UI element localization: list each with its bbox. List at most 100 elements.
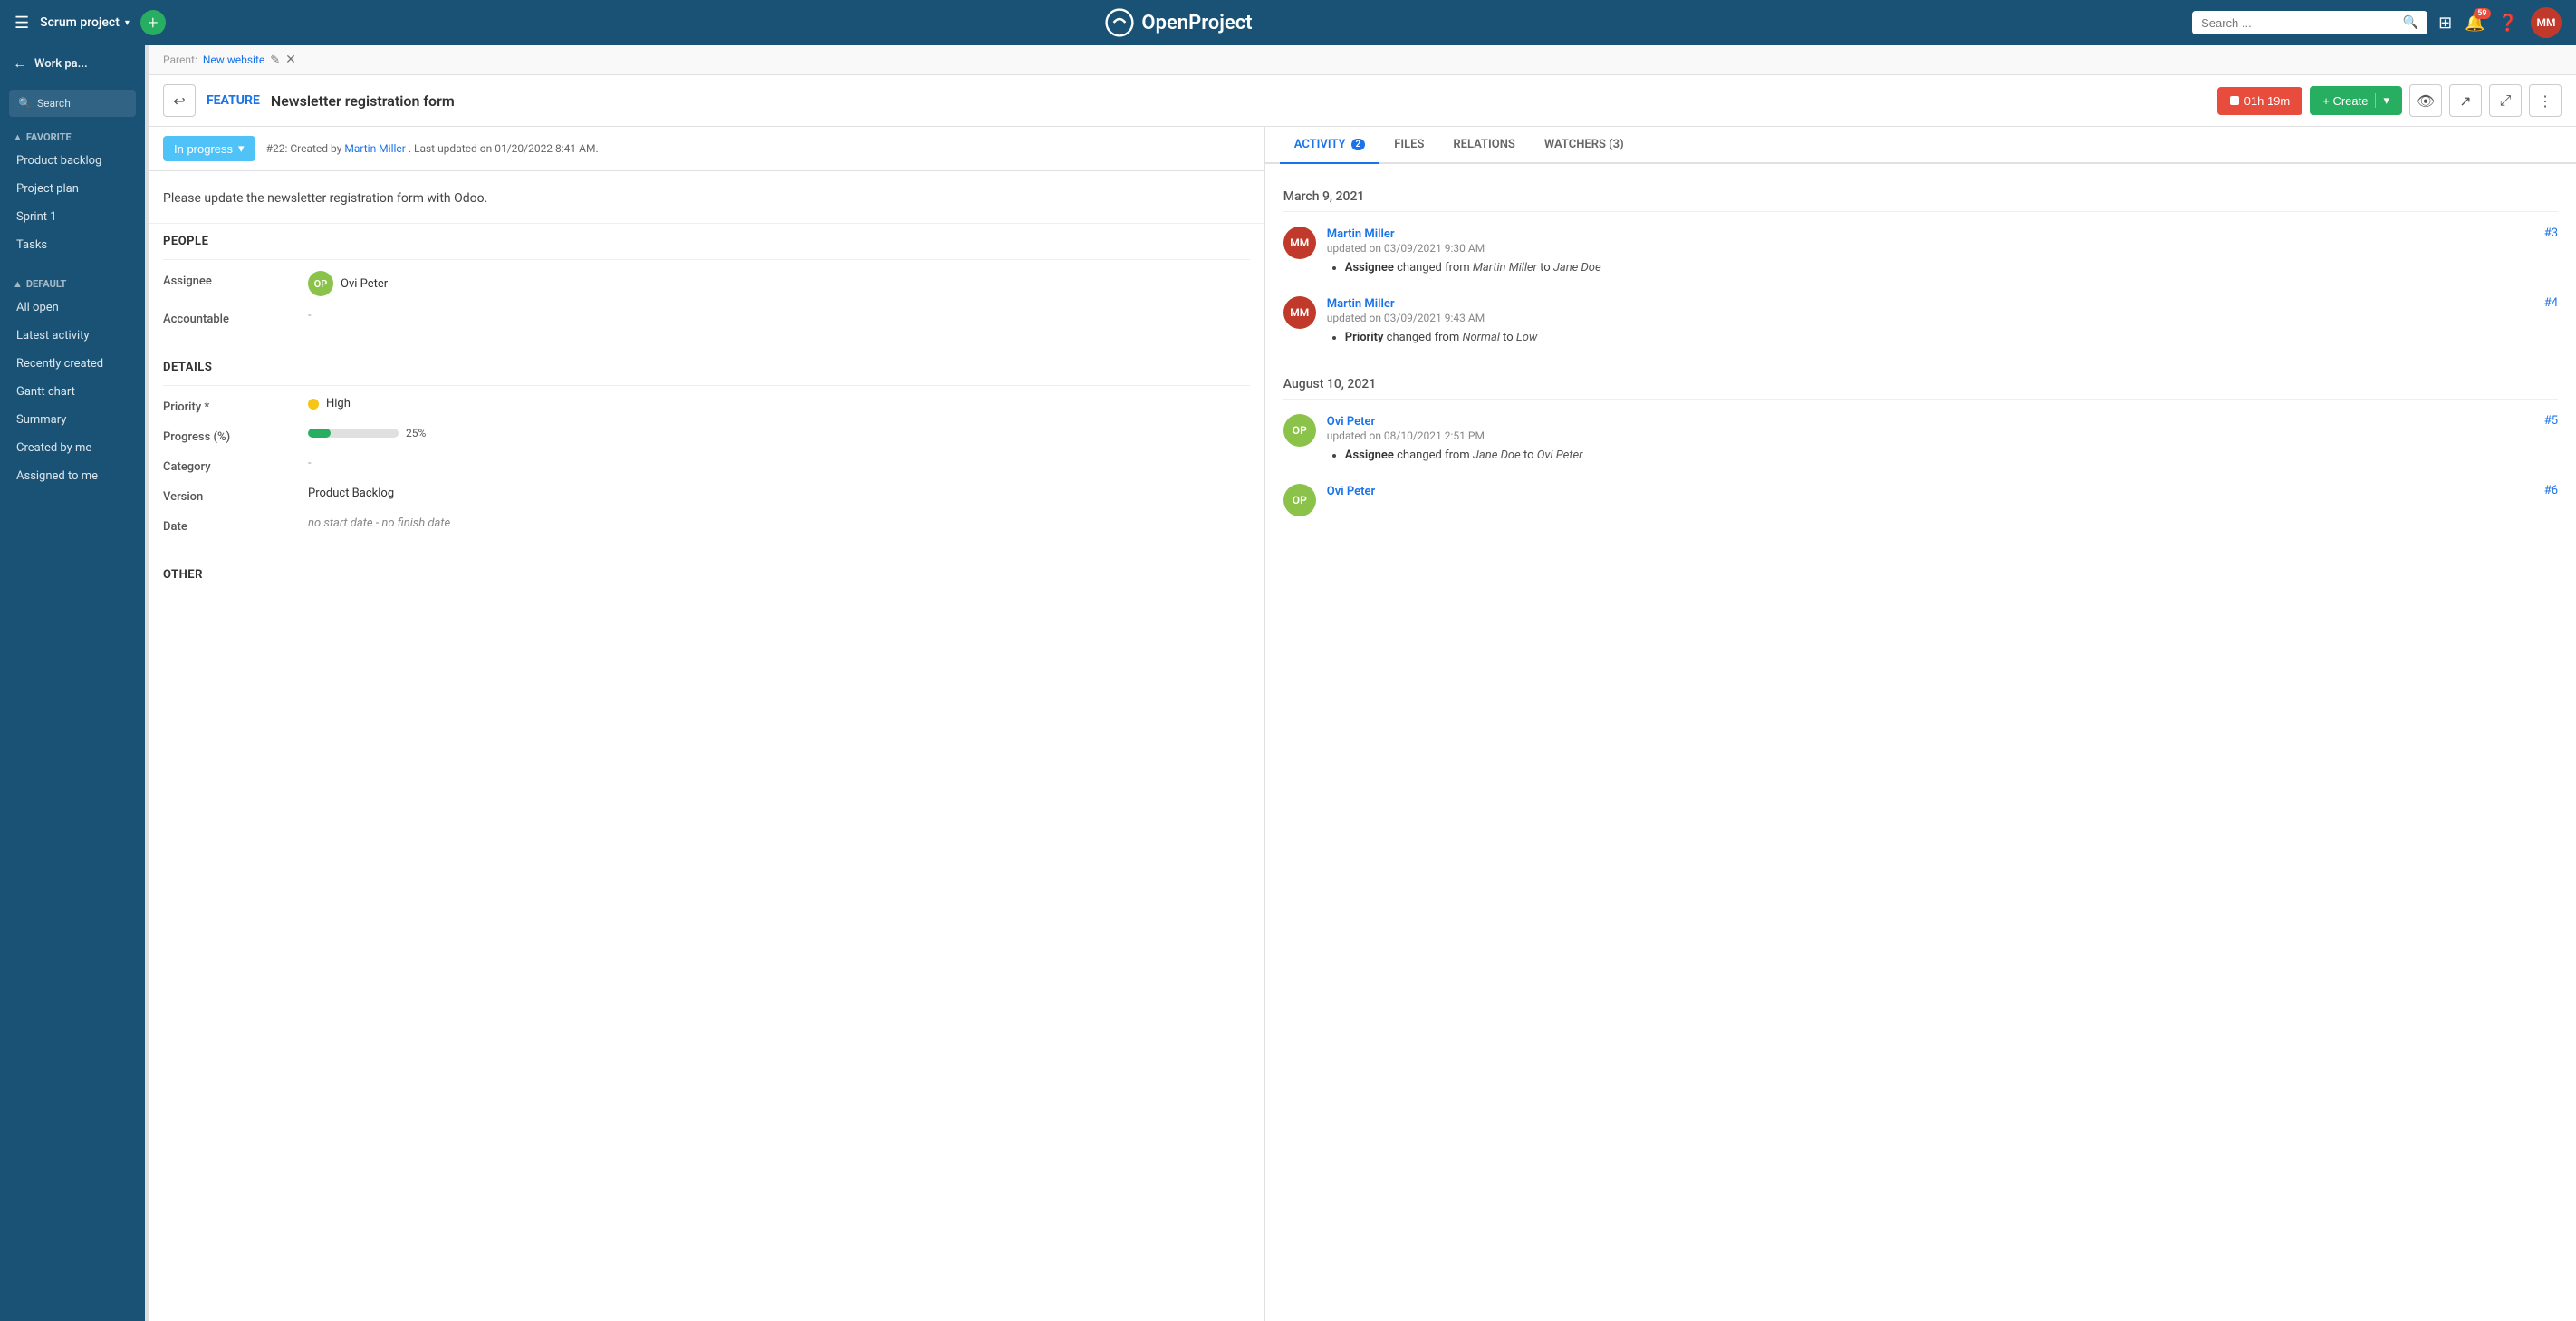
watch-button[interactable]: 👁 xyxy=(2409,84,2442,117)
activity-number-5[interactable]: #5 xyxy=(2544,414,2558,428)
sidebar-item-created-by-me[interactable]: Created by me xyxy=(0,434,145,462)
user-avatar[interactable]: MM xyxy=(2531,7,2562,38)
search-icon: 🔍 xyxy=(2403,15,2418,30)
content-area: Parent: New website ✎ ✕ ↩ FEATURE Newsle… xyxy=(149,45,2576,1321)
help-icon[interactable]: ❓ xyxy=(2498,14,2518,33)
version-label: Version xyxy=(163,487,308,504)
search-input[interactable] xyxy=(2201,16,2398,30)
sidebar: ← Work pa... 🔍 Search ▲ FAVORITE Product… xyxy=(0,45,145,1321)
tab-watchers[interactable]: WATCHERS (3) xyxy=(1530,127,1639,164)
global-search[interactable]: 🔍 xyxy=(2192,11,2427,34)
workpackage-title: Newsletter registration form xyxy=(271,92,455,110)
activity-name-6: Ovi Peter xyxy=(1327,484,1375,498)
breadcrumb-parent-link[interactable]: New website xyxy=(203,53,264,66)
change-to-assignee-5: Ovi Peter xyxy=(1537,448,1583,462)
activity-header-5: Ovi Peter updated on 08/10/2021 2:51 PM … xyxy=(1327,414,2558,443)
sidebar-item-project-plan[interactable]: Project plan xyxy=(0,175,145,203)
logo-text: OpenProject xyxy=(1141,12,1252,34)
workpackage-actions: 01h 19m + Create ▾ 👁 ↗ ⤢ ⋮ xyxy=(2217,84,2562,117)
activity-number-3[interactable]: #3 xyxy=(2544,227,2558,240)
tab-files[interactable]: FILES xyxy=(1379,127,1438,164)
activity-entry-6: OP Ovi Peter #6 xyxy=(1283,484,2558,516)
sidebar-item-summary[interactable]: Summary xyxy=(0,406,145,434)
activity-date-5: updated on 08/10/2021 2:51 PM xyxy=(1327,429,1485,442)
change-from-assignee-5: Jane Doe xyxy=(1473,448,1521,462)
activity-avatar-op-6: OP xyxy=(1283,484,1316,516)
activity-body-3: Martin Miller updated on 03/09/2021 9:30… xyxy=(1327,227,2558,275)
sidebar-section-favorite: ▲ FAVORITE xyxy=(0,124,145,147)
sidebar-back-arrow[interactable]: ← xyxy=(13,54,27,72)
sidebar-default-label: DEFAULT xyxy=(26,278,66,290)
left-panel: In progress ▾ #22: Created by Martin Mil… xyxy=(149,127,1265,1321)
top-navigation: ☰ Scrum project ▾ + OpenProject 🔍 ⊞ 🔔 59… xyxy=(0,0,2576,45)
description-text: Please update the newsletter registratio… xyxy=(163,189,1250,208)
status-label: In progress xyxy=(174,142,233,156)
activity-body-5: Ovi Peter updated on 08/10/2021 2:51 PM … xyxy=(1327,414,2558,462)
status-info-prefix: #22: Created by xyxy=(266,142,342,155)
tab-relations-label: RELATIONS xyxy=(1453,138,1514,151)
sidebar-item-tasks[interactable]: Tasks xyxy=(0,231,145,259)
notifications-icon[interactable]: 🔔 59 xyxy=(2465,14,2485,33)
more-options-button[interactable]: ⋮ xyxy=(2529,84,2562,117)
activity-person-name-6[interactable]: Ovi Peter xyxy=(1327,485,1375,498)
sidebar-item-product-backlog[interactable]: Product backlog xyxy=(0,147,145,175)
date-label: Date xyxy=(163,516,308,534)
share-button[interactable]: ↗ xyxy=(2449,84,2482,117)
workpackage-type: FEATURE xyxy=(207,93,260,108)
assignee-row: Assignee OP Ovi Peter xyxy=(163,271,1250,296)
activity-number-4[interactable]: #4 xyxy=(2544,296,2558,310)
grid-icon[interactable]: ⊞ xyxy=(2438,14,2452,33)
status-dropdown[interactable]: In progress ▾ xyxy=(163,136,255,161)
activity-body-6: Ovi Peter #6 xyxy=(1327,484,2558,516)
status-info-suffix: . Last updated on 01/20/2022 8:41 AM. xyxy=(409,142,599,155)
tabs-bar: ACTIVITY 2 FILES RELATIONS WATCHERS (3) xyxy=(1265,127,2576,164)
timer-label: 01h 19m xyxy=(2244,94,2291,108)
sidebar-item-assigned-to-me[interactable]: Assigned to me xyxy=(0,462,145,490)
breadcrumb-parent-label: Parent: xyxy=(163,53,197,66)
assignee-label: Assignee xyxy=(163,271,308,288)
sidebar-item-latest-activity[interactable]: Latest activity xyxy=(0,322,145,350)
change-to-priority: Low xyxy=(1516,331,1537,344)
project-name: Scrum project xyxy=(40,15,120,30)
details-divider xyxy=(163,385,1250,386)
activity-name-5: Ovi Peter updated on 08/10/2021 2:51 PM xyxy=(1327,414,1485,443)
tab-activity[interactable]: ACTIVITY 2 xyxy=(1280,127,1379,164)
activity-entry-5: OP Ovi Peter updated on 08/10/2021 2:51 … xyxy=(1283,414,2558,462)
change-from-assignee: Martin Miller xyxy=(1473,261,1537,275)
status-chevron-icon: ▾ xyxy=(238,141,245,156)
status-creator-link[interactable]: Martin Miller xyxy=(344,142,405,155)
hamburger-menu-icon[interactable]: ☰ xyxy=(14,14,29,33)
sidebar-search[interactable]: 🔍 Search xyxy=(9,90,136,117)
sidebar-title: Work pa... xyxy=(34,57,88,71)
logo: OpenProject xyxy=(177,8,2181,37)
create-divider xyxy=(2375,93,2376,108)
activity-number-6[interactable]: #6 xyxy=(2544,484,2558,497)
sidebar-search-icon: 🔍 xyxy=(18,97,32,110)
fullscreen-button[interactable]: ⤢ xyxy=(2489,84,2522,117)
tab-relations[interactable]: RELATIONS xyxy=(1438,127,1529,164)
priority-row: Priority * High xyxy=(163,397,1250,414)
assignee-value: OP Ovi Peter xyxy=(308,271,1250,296)
activity-person-name-3[interactable]: Martin Miller xyxy=(1327,227,1395,241)
assignee-avatar: OP xyxy=(308,271,333,296)
activity-person-name-4[interactable]: Martin Miller xyxy=(1327,297,1395,311)
project-selector[interactable]: Scrum project ▾ xyxy=(40,15,130,30)
breadcrumb-edit-icon[interactable]: ✎ xyxy=(270,53,280,67)
timer-button[interactable]: 01h 19m xyxy=(2217,87,2303,115)
sidebar-item-all-open[interactable]: All open xyxy=(0,294,145,322)
breadcrumb-close-icon[interactable]: ✕ xyxy=(285,53,296,67)
sidebar-item-gantt-chart[interactable]: Gantt chart xyxy=(0,378,145,406)
back-button[interactable]: ↩ xyxy=(163,84,196,117)
accountable-value: - xyxy=(308,309,1250,323)
people-section: PEOPLE Assignee OP Ovi Peter Accountable… xyxy=(149,224,1264,350)
sidebar-favorite-label: FAVORITE xyxy=(26,131,72,143)
activity-person-name-5[interactable]: Ovi Peter xyxy=(1327,415,1375,429)
add-button[interactable]: + xyxy=(140,10,166,35)
sidebar-item-recently-created[interactable]: Recently created xyxy=(0,350,145,378)
accountable-label: Accountable xyxy=(163,309,308,326)
create-button[interactable]: + Create ▾ xyxy=(2310,86,2402,115)
breadcrumb: Parent: New website ✎ ✕ xyxy=(149,45,2576,75)
progress-bar: 25% xyxy=(308,427,426,439)
activity-name-4: Martin Miller updated on 03/09/2021 9:43… xyxy=(1327,296,1485,325)
sidebar-item-sprint-1[interactable]: Sprint 1 xyxy=(0,203,145,231)
